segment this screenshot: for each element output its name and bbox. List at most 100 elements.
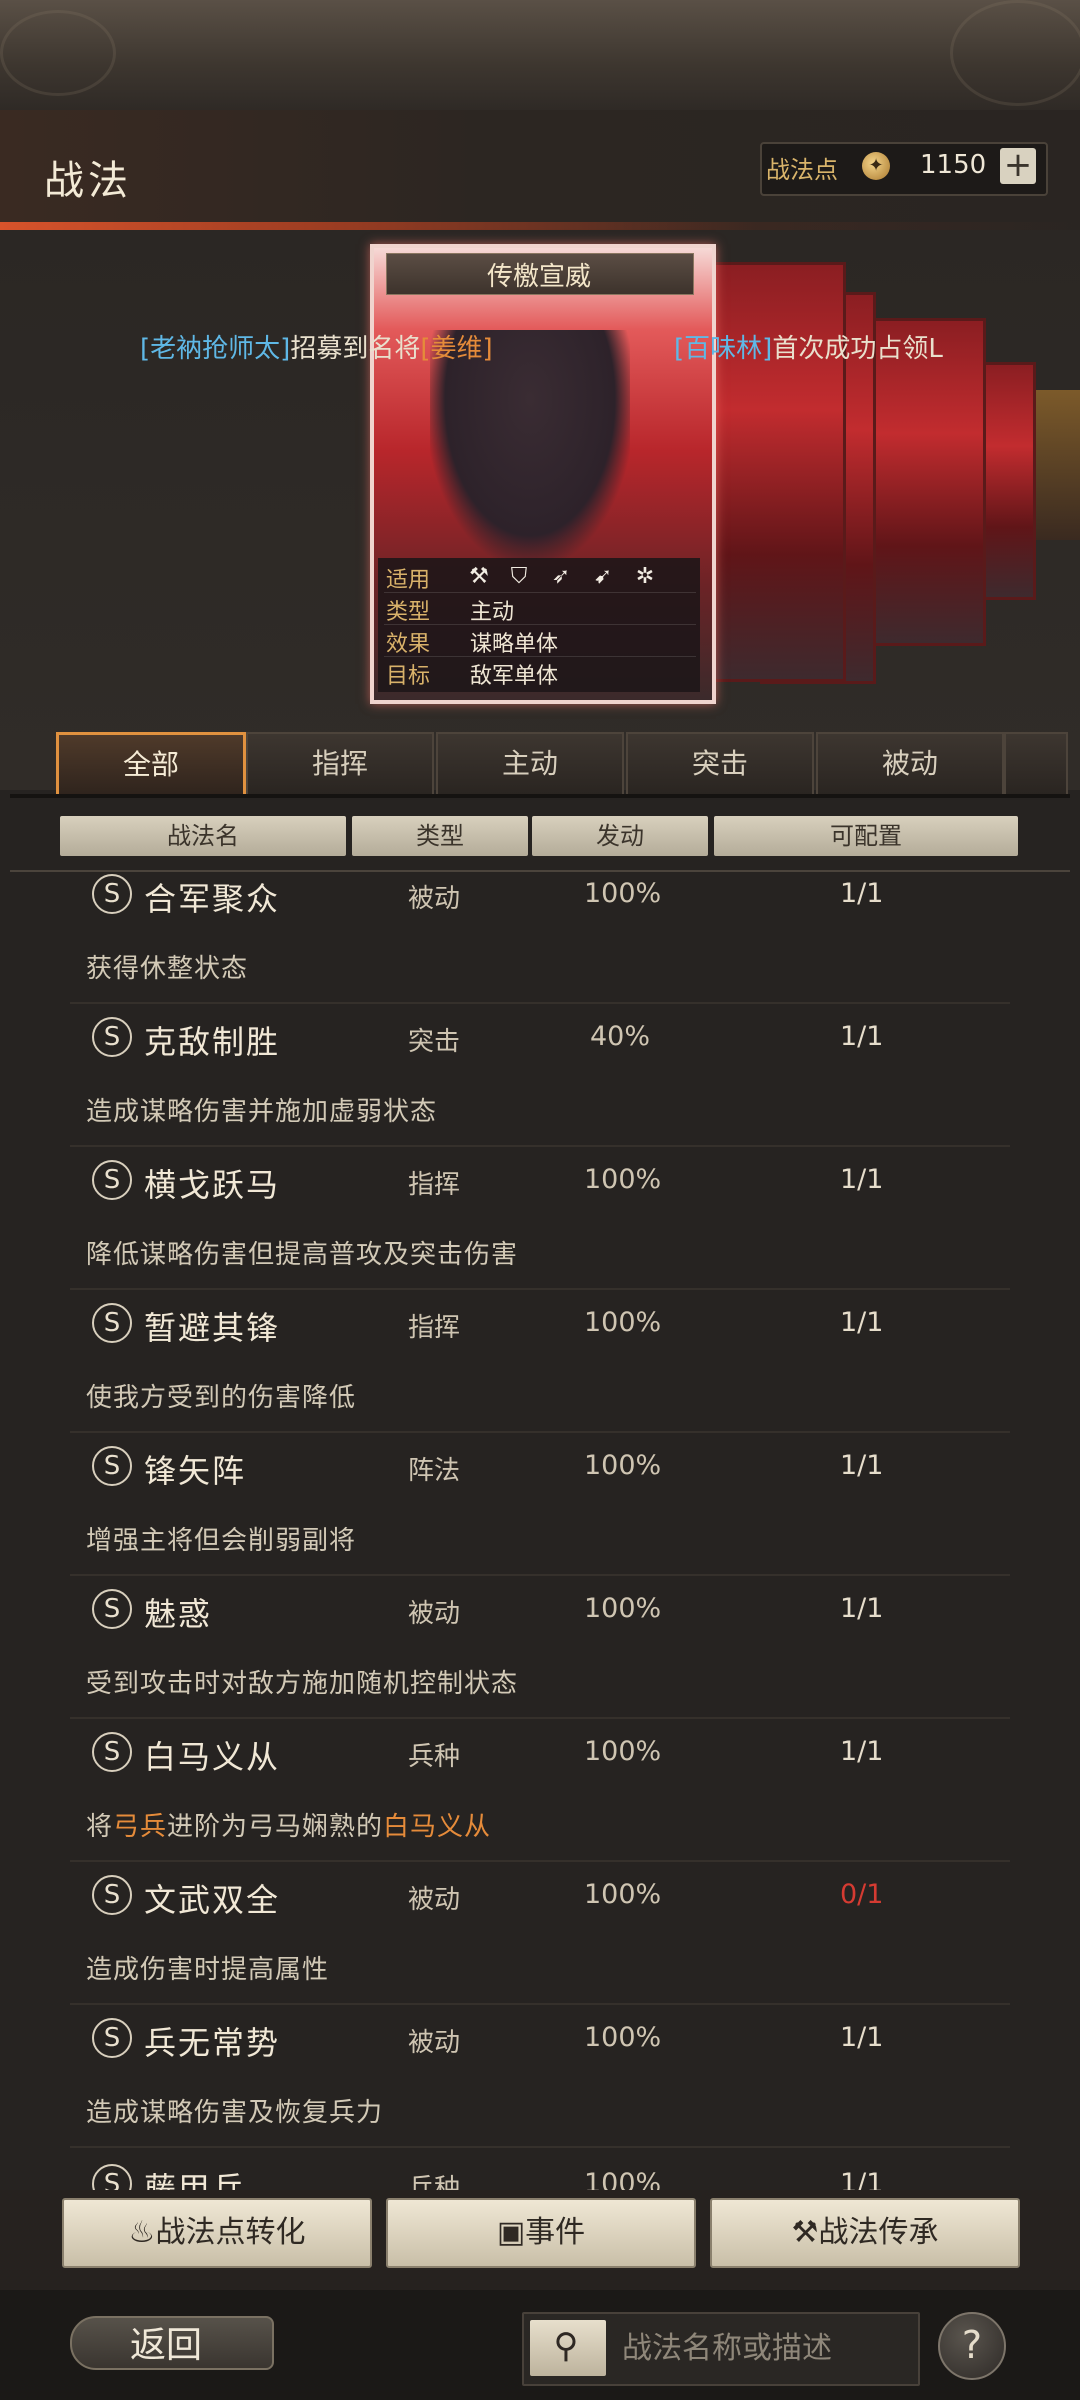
- bracket: [: [140, 334, 151, 364]
- event-label: 事件: [525, 2215, 586, 2250]
- skill-row[interactable]: S 横戈跃马 指挥 100% 1/1 降低谋略伤害但提高普攻及突击伤害: [10, 1158, 1070, 1300]
- announcement-message: [老衲抢师太]招募到名将[姜维]: [140, 328, 493, 365]
- skill-row[interactable]: S 兵无常势 被动 100% 1/1 造成谋略伤害及恢复兵力: [10, 2016, 1070, 2158]
- row-divider: [70, 1002, 1010, 1004]
- tab-all[interactable]: 全部: [56, 732, 246, 798]
- skill-rate: 100%: [584, 1879, 662, 1910]
- skill-description: 使我方受到的伤害降低: [86, 1383, 357, 1413]
- skill-description: 造成谋略伤害及恢复兵力: [86, 2098, 384, 2128]
- s-grade-badge: S: [92, 1303, 132, 1343]
- spear-icon: ➹: [593, 564, 613, 589]
- wheel-icon: ✲: [635, 564, 655, 589]
- s-grade-badge: S: [92, 874, 132, 914]
- row-divider: [70, 1574, 1010, 1576]
- skill-row[interactable]: S 藤甲兵 兵种 100% 1/1: [10, 2162, 1070, 2190]
- tab-active[interactable]: 主动: [436, 732, 624, 794]
- stat-value: 敌军单体: [470, 664, 559, 689]
- s-grade-badge: S: [92, 1875, 132, 1915]
- row-divider: [70, 1431, 1010, 1433]
- convert-points-button[interactable]: ♨战法点转化: [62, 2198, 372, 2268]
- column-header-trigger[interactable]: 发动: [532, 816, 708, 856]
- tab-passive[interactable]: 被动: [816, 732, 1004, 794]
- row-divider: [70, 1288, 1010, 1290]
- skill-name: 白马义从: [144, 1738, 281, 1776]
- tab-divider: [10, 794, 1070, 798]
- bracket: ]: [280, 334, 291, 364]
- skill-rate: 100%: [584, 1593, 662, 1624]
- skill-name: 克敌制胜: [144, 1023, 281, 1061]
- row-divider: [70, 1145, 1010, 1147]
- skill-name: 兵无常势: [144, 2024, 281, 2062]
- skill-row[interactable]: S 魅惑 被动 100% 1/1 受到攻击时对敌方施加随机控制状态: [10, 1587, 1070, 1729]
- desc-highlight: 白马义从: [383, 1812, 492, 1842]
- skill-type: 阵法: [408, 1456, 461, 1486]
- skill-rate: 100%: [584, 1307, 662, 1338]
- bow-icon: ➶: [551, 564, 571, 589]
- skill-list[interactable]: S 合军聚众 被动 100% 1/1 获得休整状态 S 克敌制胜 突击 40% …: [10, 872, 1070, 2190]
- row-divider: [70, 1860, 1010, 1862]
- skill-row[interactable]: S 克敌制胜 突击 40% 1/1 造成谋略伤害并施加虚弱状态: [10, 1015, 1070, 1157]
- desc-highlight: 弓兵: [113, 1812, 168, 1842]
- skill-card-back[interactable]: [1030, 390, 1080, 540]
- skill-config: 1/1: [840, 1021, 884, 1052]
- skill-config: 1/1: [840, 878, 884, 909]
- row-divider: [70, 1717, 1010, 1719]
- skill-config: 1/1: [840, 1450, 884, 1481]
- skill-name: 合军聚众: [144, 880, 281, 918]
- convert-points-label: 战法点转化: [155, 2215, 306, 2250]
- top-decoration: [0, 0, 1080, 110]
- announcement-message: [百味林]首次成功占领L: [674, 328, 943, 365]
- tab-assault[interactable]: 突击: [626, 732, 814, 794]
- bracket: ]: [482, 334, 493, 364]
- search-icon[interactable]: ⚲: [546, 2324, 586, 2368]
- page-title: 战法: [44, 158, 132, 204]
- add-points-button[interactable]: +: [1000, 148, 1036, 184]
- skill-description: 获得休整状态: [86, 954, 249, 984]
- skill-description: 受到攻击时对敌方施加随机控制状态: [86, 1669, 519, 1699]
- stat-value: 谋略单体: [470, 632, 559, 657]
- skill-name: 魅惑: [144, 1595, 213, 1633]
- stat-value: 主动: [470, 600, 515, 625]
- desc-text: 将: [86, 1812, 114, 1842]
- skill-config: 0/1: [840, 1879, 884, 1910]
- stat-label: 适用: [386, 568, 431, 593]
- skill-points-label: 战法点: [766, 156, 838, 184]
- skill-rate: 100%: [584, 2168, 662, 2190]
- fire-icon: ♨: [128, 2215, 156, 2250]
- column-header-configurable[interactable]: 可配置: [714, 816, 1018, 856]
- skill-description: 造成谋略伤害并施加虚弱状态: [86, 1097, 438, 1127]
- s-grade-badge: S: [92, 2018, 132, 2058]
- skill-rate: 100%: [584, 2022, 662, 2053]
- event-icon: ▣: [496, 2215, 526, 2250]
- search-input[interactable]: [620, 2318, 914, 2378]
- skill-config: 1/1: [840, 1593, 884, 1624]
- card-title: 传檄宣威: [486, 262, 591, 292]
- desc-text: 进阶为弓马娴熟的: [167, 1812, 384, 1842]
- skill-name: 文武双全: [144, 1881, 281, 1919]
- stat-row: [384, 592, 696, 625]
- skill-row[interactable]: S 白马义从 兵种 100% 1/1 将弓兵进阶为弓马娴熟的白马义从: [10, 1730, 1070, 1872]
- skill-type: 指挥: [408, 1170, 461, 1200]
- skill-row[interactable]: S 文武双全 被动 100% 0/1 造成伤害时提高属性: [10, 1873, 1070, 2015]
- row-divider: [70, 2146, 1010, 2148]
- cloud-ornament-left: [0, 10, 116, 96]
- skill-name: 锋矢阵: [144, 1452, 247, 1490]
- skill-card-back[interactable]: [710, 262, 846, 682]
- back-button[interactable]: 返回: [130, 2316, 202, 2368]
- announcement-text: 首次成功占领L: [772, 334, 943, 364]
- coin-icon: ✦: [862, 152, 890, 180]
- skill-row[interactable]: S 锋矢阵 阵法 100% 1/1 增强主将但会削弱副将: [10, 1444, 1070, 1586]
- column-header-name[interactable]: 战法名: [60, 816, 346, 856]
- inherit-skill-button[interactable]: ⚒战法传承: [710, 2198, 1020, 2268]
- skill-name: 暂避其锋: [144, 1309, 281, 1347]
- skill-row[interactable]: S 暂避其锋 指挥 100% 1/1 使我方受到的伤害降低: [10, 1301, 1070, 1443]
- skill-row[interactable]: S 合军聚众 被动 100% 1/1 获得休整状态: [10, 872, 1070, 1014]
- column-header-type[interactable]: 类型: [352, 816, 528, 856]
- tab-more[interactable]: [1004, 732, 1068, 794]
- tab-command[interactable]: 指挥: [246, 732, 434, 794]
- s-grade-badge: S: [92, 1446, 132, 1486]
- help-icon[interactable]: ?: [938, 2312, 1006, 2380]
- skill-type: 被动: [408, 1599, 461, 1629]
- event-button[interactable]: ▣事件: [386, 2198, 696, 2268]
- skill-config: 1/1: [840, 1736, 884, 1767]
